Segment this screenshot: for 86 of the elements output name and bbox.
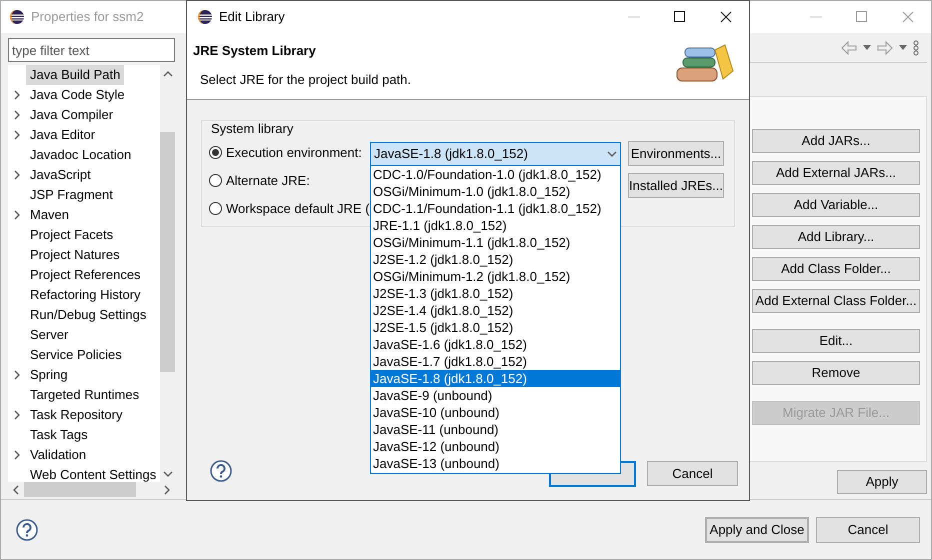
side-button[interactable]: Environments... (628, 141, 724, 166)
tree-item[interactable]: Spring (26, 365, 72, 385)
dropdown-option[interactable]: J2SE-1.3 (jdk1.8.0_152) (371, 285, 620, 302)
scrollbar[interactable] (160, 65, 175, 482)
chevron-left-icon (11, 484, 21, 494)
radio-button[interactable] (209, 146, 222, 159)
footer-button[interactable]: Cancel (816, 516, 920, 542)
action-button[interactable]: Add JARs... (752, 129, 920, 153)
more-menu-icon[interactable] (913, 40, 919, 56)
header-title: JRE System Library (193, 42, 317, 60)
dropdown-option[interactable]: JavaSE-1.6 (jdk1.8.0_152) (371, 336, 620, 353)
close-icon[interactable] (720, 10, 732, 22)
dropdown-option[interactable]: OSGi/Minimum-1.0 (jdk1.8.0_152) (371, 183, 620, 200)
chevron-right-icon (12, 210, 22, 220)
dropdown-option[interactable]: JavaSE-12 (unbound) (371, 438, 620, 455)
tree-item[interactable]: Java Build Path (26, 65, 124, 85)
action-button[interactable]: Add Library... (752, 225, 920, 249)
dropdown-option[interactable]: JavaSE-1.7 (jdk1.8.0_152) (371, 353, 620, 370)
maximize-icon[interactable] (674, 10, 686, 22)
tree-item[interactable]: Java Compiler (26, 105, 118, 125)
tree-item[interactable]: Java Code Style (26, 85, 129, 105)
chevron-right-icon (162, 484, 172, 494)
tree-item[interactable]: Validation (26, 445, 90, 465)
tree-item[interactable]: Server (26, 325, 72, 345)
filter-field[interactable]: type filter text (8, 38, 175, 62)
dropdown-option[interactable]: J2SE-1.5 (jdk1.8.0_152) (371, 319, 620, 336)
dropdown-option[interactable]: CDC-1.0/Foundation-1.0 (jdk1.8.0_152) (371, 166, 620, 183)
chevron-right-icon (12, 170, 22, 180)
action-button[interactable]: Add Class Folder... (752, 257, 920, 281)
dialog-title: Edit Library (219, 8, 285, 26)
eclipse-logo-icon (9, 9, 25, 25)
window-title: Properties for ssm2 (31, 8, 144, 26)
dropdown-option[interactable]: J2SE-1.2 (jdk1.8.0_152) (371, 251, 620, 268)
chevron-up-icon (162, 68, 173, 78)
tree-item[interactable]: JSP Fragment (26, 185, 117, 205)
apply-button[interactable]: Apply (837, 470, 927, 494)
tree-item[interactable]: Service Policies (26, 345, 126, 365)
dropdown-caret-icon[interactable] (899, 45, 907, 50)
tree-item[interactable]: Targeted Runtimes (26, 385, 144, 405)
dropdown-option[interactable]: J2SE-1.4 (jdk1.8.0_152) (371, 302, 620, 319)
header-subtitle: Select JRE for the project build path. (199, 70, 412, 89)
chevron-down-icon (607, 149, 617, 159)
dropdown-option[interactable]: JavaSE-9 (unbound) (371, 387, 620, 404)
tree-item[interactable]: JavaScript (26, 165, 95, 185)
tree-item[interactable]: Maven (26, 205, 74, 225)
action-button[interactable]: Add External Class Folder... (752, 289, 920, 313)
radio-label: Execution environment: (226, 144, 362, 162)
tree-item[interactable]: Javadoc Location (26, 145, 136, 165)
dropdown-option[interactable]: JavaSE-13 (unbound) (371, 455, 620, 472)
group-label: System library (211, 120, 294, 138)
footer-button[interactable]: Apply and Close (705, 516, 809, 542)
chevron-right-icon (12, 410, 22, 420)
dropdown-option[interactable]: JavaSE-11 (unbound) (371, 421, 620, 438)
radio-button[interactable] (209, 174, 222, 187)
radio-label: Workspace default JRE ( (226, 200, 370, 218)
help-icon[interactable] (16, 518, 38, 540)
radio-label: Alternate JRE: (226, 172, 310, 190)
chevron-right-icon (12, 370, 22, 380)
dropdown-option[interactable]: JRE-1.1 (jdk1.8.0_152) (371, 217, 620, 234)
tree-item[interactable]: Project Natures (26, 245, 124, 265)
eclipse-logo-icon (197, 8, 213, 24)
combo-box[interactable]: JavaSE-1.8 (jdk1.8.0_152) (370, 142, 621, 166)
action-button[interactable]: Add External JARs... (752, 161, 920, 185)
tree-item[interactable]: Task Repository (26, 405, 126, 425)
radio-button[interactable] (209, 202, 222, 215)
dropdown-option[interactable]: JavaSE-10 (unbound) (371, 404, 620, 421)
tree-item[interactable]: Project Facets (26, 225, 118, 245)
dropdown-option[interactable]: JavaSE-1.8 (jdk1.8.0_152) (371, 370, 620, 387)
tree-item[interactable]: Project References (26, 265, 145, 285)
action-button[interactable]: Edit... (752, 329, 920, 353)
dropdown-caret-icon[interactable] (863, 45, 871, 50)
tree-item[interactable]: Run/Debug Settings (26, 305, 150, 325)
chevron-down-icon (162, 468, 173, 478)
action-button[interactable]: Remove (752, 361, 920, 385)
tree-item[interactable]: Java Editor (26, 125, 100, 145)
tree-item[interactable]: Refactoring History (26, 285, 145, 305)
dropdown-option[interactable]: OSGi/Minimum-1.2 (jdk1.8.0_152) (371, 268, 620, 285)
dropdown-option[interactable]: CDC-1.1/Foundation-1.1 (jdk1.8.0_152) (371, 200, 620, 217)
side-button[interactable]: Installed JREs... (628, 173, 724, 198)
dropdown-option[interactable]: OSGi/Minimum-1.1 (jdk1.8.0_152) (371, 234, 620, 251)
help-icon[interactable] (210, 460, 232, 482)
tree-item[interactable]: Task Tags (26, 425, 92, 445)
cancel-button[interactable]: Cancel (647, 461, 738, 486)
chevron-right-icon (12, 450, 22, 460)
tree-item[interactable]: Web Content Settings (26, 465, 160, 482)
action-button[interactable]: Add Variable... (752, 193, 920, 217)
